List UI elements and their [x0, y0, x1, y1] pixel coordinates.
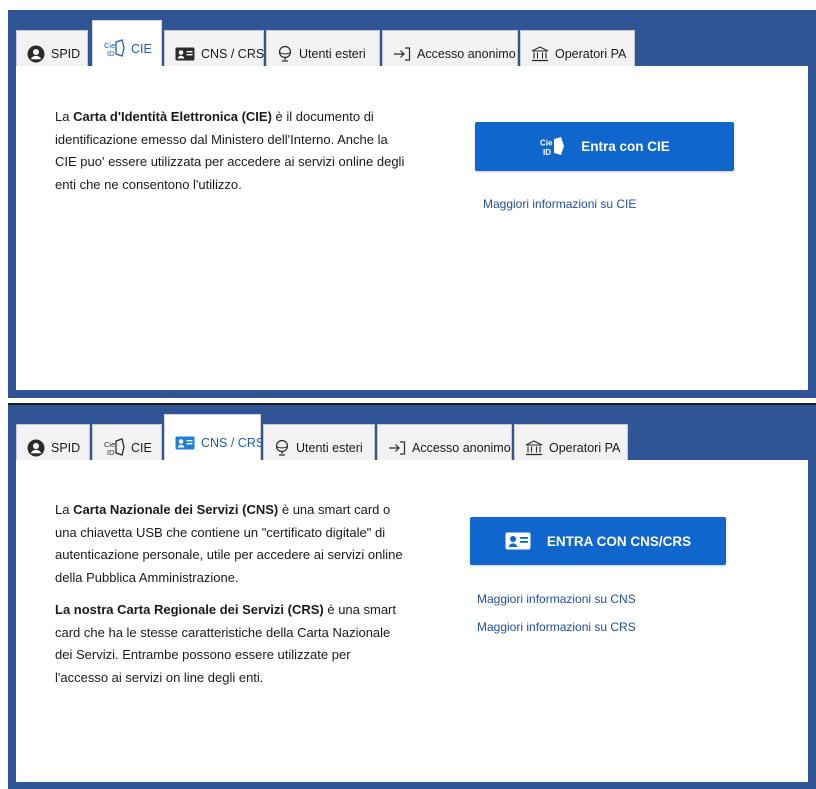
svg-text:ID: ID — [107, 448, 115, 457]
login-panel-cns-crs: SPID Cie ID CIE CNS / CRS Utenti esteri A… — [8, 403, 816, 789]
globe-icon — [277, 45, 293, 63]
arrow-login-icon — [393, 46, 411, 61]
tab-content-cie: La Carta d'Identità Elettronica (CIE) è … — [16, 66, 808, 390]
tab-label: CIE — [131, 42, 152, 56]
id-card-icon — [175, 436, 195, 450]
cns-description: La Carta Nazionale dei Servizi (CNS) è u… — [55, 502, 403, 585]
globe-icon — [274, 439, 290, 457]
svg-text:Cie: Cie — [540, 138, 553, 147]
entra-con-cie-label: Entra con CIE — [581, 139, 670, 154]
tab-label: CNS / CRS — [201, 46, 265, 61]
cie-id-icon: Cie ID — [103, 437, 125, 458]
entra-con-cns-crs-label: ENTRA CON CNS/CRS — [546, 533, 692, 549]
crs-description: La nostra Carta Regionale dei Servizi (C… — [55, 602, 396, 685]
login-panel-cie: SPID Cie ID CIE CNS / CRS Utenti esteri A… — [8, 10, 816, 398]
tab-content-cns-crs: La Carta Nazionale dei Servizi (CNS) è u… — [16, 460, 808, 782]
cie-id-icon: Cie ID — [103, 39, 125, 59]
institution-icon — [525, 439, 543, 456]
id-card-icon — [175, 47, 195, 61]
entra-con-cns-crs-button[interactable]: ENTRA CON CNS/CRS — [470, 517, 726, 565]
arrow-login-icon — [388, 440, 406, 455]
tab-label: Operatori PA — [549, 440, 621, 455]
info-link-crs[interactable]: Maggiori informazioni su CRS — [477, 620, 636, 634]
tab-label: Operatori PA — [555, 46, 627, 61]
institution-icon — [531, 45, 549, 62]
cie-description-bold: Carta d'Identità Elettronica (CIE) — [73, 109, 272, 124]
tab-label: CNS / CRS — [201, 436, 265, 450]
crs-description-bold: La nostra Carta Regionale dei Servizi (C… — [55, 602, 324, 617]
entra-con-cie-button[interactable]: Cie ID Entra con CIE — [475, 122, 734, 171]
tab-label: Accesso anonimo — [412, 440, 511, 455]
info-link-cie[interactable]: Maggiori informazioni su CIE — [483, 197, 636, 211]
cns-description-bold: Carta Nazionale dei Servizi (CNS) — [73, 502, 279, 517]
tab-label: CIE — [131, 440, 152, 455]
cie-description: La Carta d'Identità Elettronica (CIE) è … — [55, 109, 405, 192]
cie-id-icon: Cie ID — [539, 136, 565, 158]
svg-text:ID: ID — [107, 49, 115, 58]
id-card-icon — [505, 532, 531, 550]
svg-text:ID: ID — [543, 148, 551, 157]
tab-label: Utenti esteri — [296, 440, 363, 455]
user-circle-icon — [27, 45, 45, 63]
tab-label: Accesso anonimo — [417, 46, 516, 61]
tab-label: Utenti esteri — [299, 46, 366, 61]
tab-label: SPID — [51, 46, 81, 61]
tab-label: SPID — [51, 440, 81, 455]
info-link-cns[interactable]: Maggiori informazioni su CNS — [477, 592, 636, 606]
user-circle-icon — [27, 439, 45, 457]
